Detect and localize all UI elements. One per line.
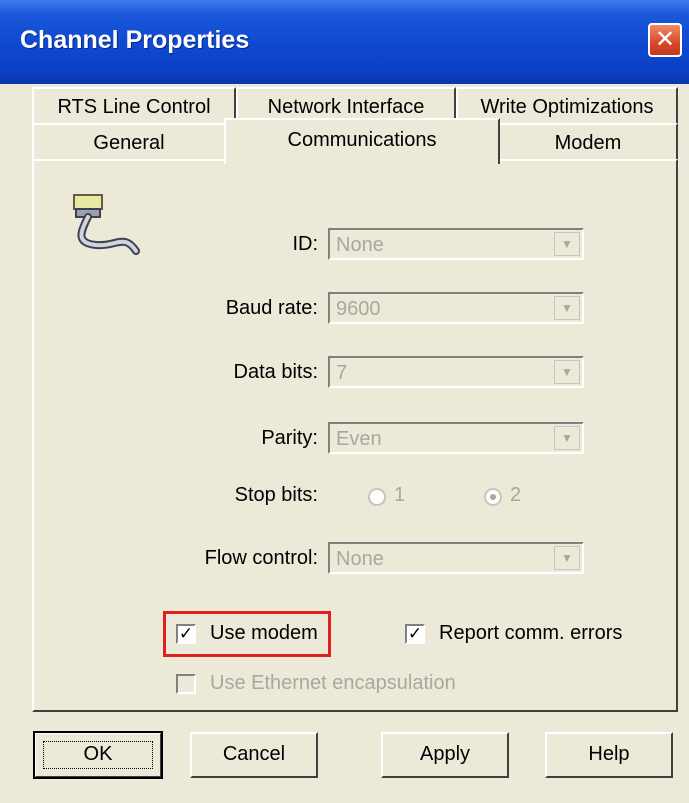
baud-rate-label: Baud rate: <box>225 297 318 319</box>
help-button[interactable]: Help <box>545 732 673 778</box>
title-bar: Channel Properties ✕ <box>0 0 689 84</box>
flow-control-value: None <box>336 548 384 570</box>
ethernet-checkbox <box>176 674 196 694</box>
chevron-down-icon[interactable]: ▼ <box>554 426 580 450</box>
tab-communications[interactable]: Communications <box>224 118 500 164</box>
stop-bits-2-radio[interactable] <box>484 488 502 506</box>
baud-rate-select[interactable]: 9600 ▼ <box>328 292 584 324</box>
parity-value: Even <box>336 428 382 450</box>
radio-selected-dot <box>490 494 496 500</box>
parity-label: Parity: <box>261 427 318 449</box>
flow-control-label: Flow control: <box>204 547 318 569</box>
check-icon: ✓ <box>407 624 423 644</box>
flow-control-select[interactable]: None ▼ <box>328 542 584 574</box>
ok-button[interactable]: OK <box>33 731 163 779</box>
stop-bits-label: Stop bits: <box>234 484 318 506</box>
id-value: None <box>336 234 384 256</box>
apply-button-label: Apply <box>419 743 471 765</box>
report-errors-label[interactable]: Report comm. errors <box>439 622 622 645</box>
tab-rts-line-control[interactable]: RTS Line Control <box>32 87 236 127</box>
cancel-button-label: Cancel <box>222 743 286 765</box>
stop-bits-1-radio[interactable] <box>368 488 386 506</box>
tab-modem[interactable]: Modem <box>498 123 678 163</box>
close-icon: ✕ <box>654 25 676 53</box>
stop-bits-2-label: 2 <box>510 484 522 506</box>
data-bits-select[interactable]: 7 ▼ <box>328 356 584 388</box>
help-button-label: Help <box>588 743 630 765</box>
ethernet-label: Use Ethernet encapsulation <box>210 672 456 694</box>
chevron-down-icon[interactable]: ▼ <box>554 546 580 570</box>
chevron-down-icon[interactable]: ▼ <box>554 360 580 384</box>
parity-select[interactable]: Even ▼ <box>328 422 584 454</box>
chevron-down-icon[interactable]: ▼ <box>554 232 580 256</box>
apply-button[interactable]: Apply <box>381 732 509 778</box>
use-modem-highlight <box>163 611 331 657</box>
chevron-down-icon[interactable]: ▼ <box>554 296 580 320</box>
data-bits-label: Data bits: <box>233 361 318 383</box>
close-button[interactable]: ✕ <box>648 23 682 57</box>
data-bits-value: 7 <box>336 362 348 384</box>
tab-general[interactable]: General <box>32 123 226 163</box>
baud-rate-value: 9600 <box>336 298 381 320</box>
ok-button-label: OK <box>83 743 113 765</box>
stop-bits-1-label: 1 <box>394 484 406 506</box>
window-title: Channel Properties <box>20 26 250 54</box>
cancel-button[interactable]: Cancel <box>190 732 318 778</box>
report-errors-checkbox[interactable]: ✓ <box>405 624 425 644</box>
id-select[interactable]: None ▼ <box>328 228 584 260</box>
id-label: ID: <box>292 233 318 255</box>
